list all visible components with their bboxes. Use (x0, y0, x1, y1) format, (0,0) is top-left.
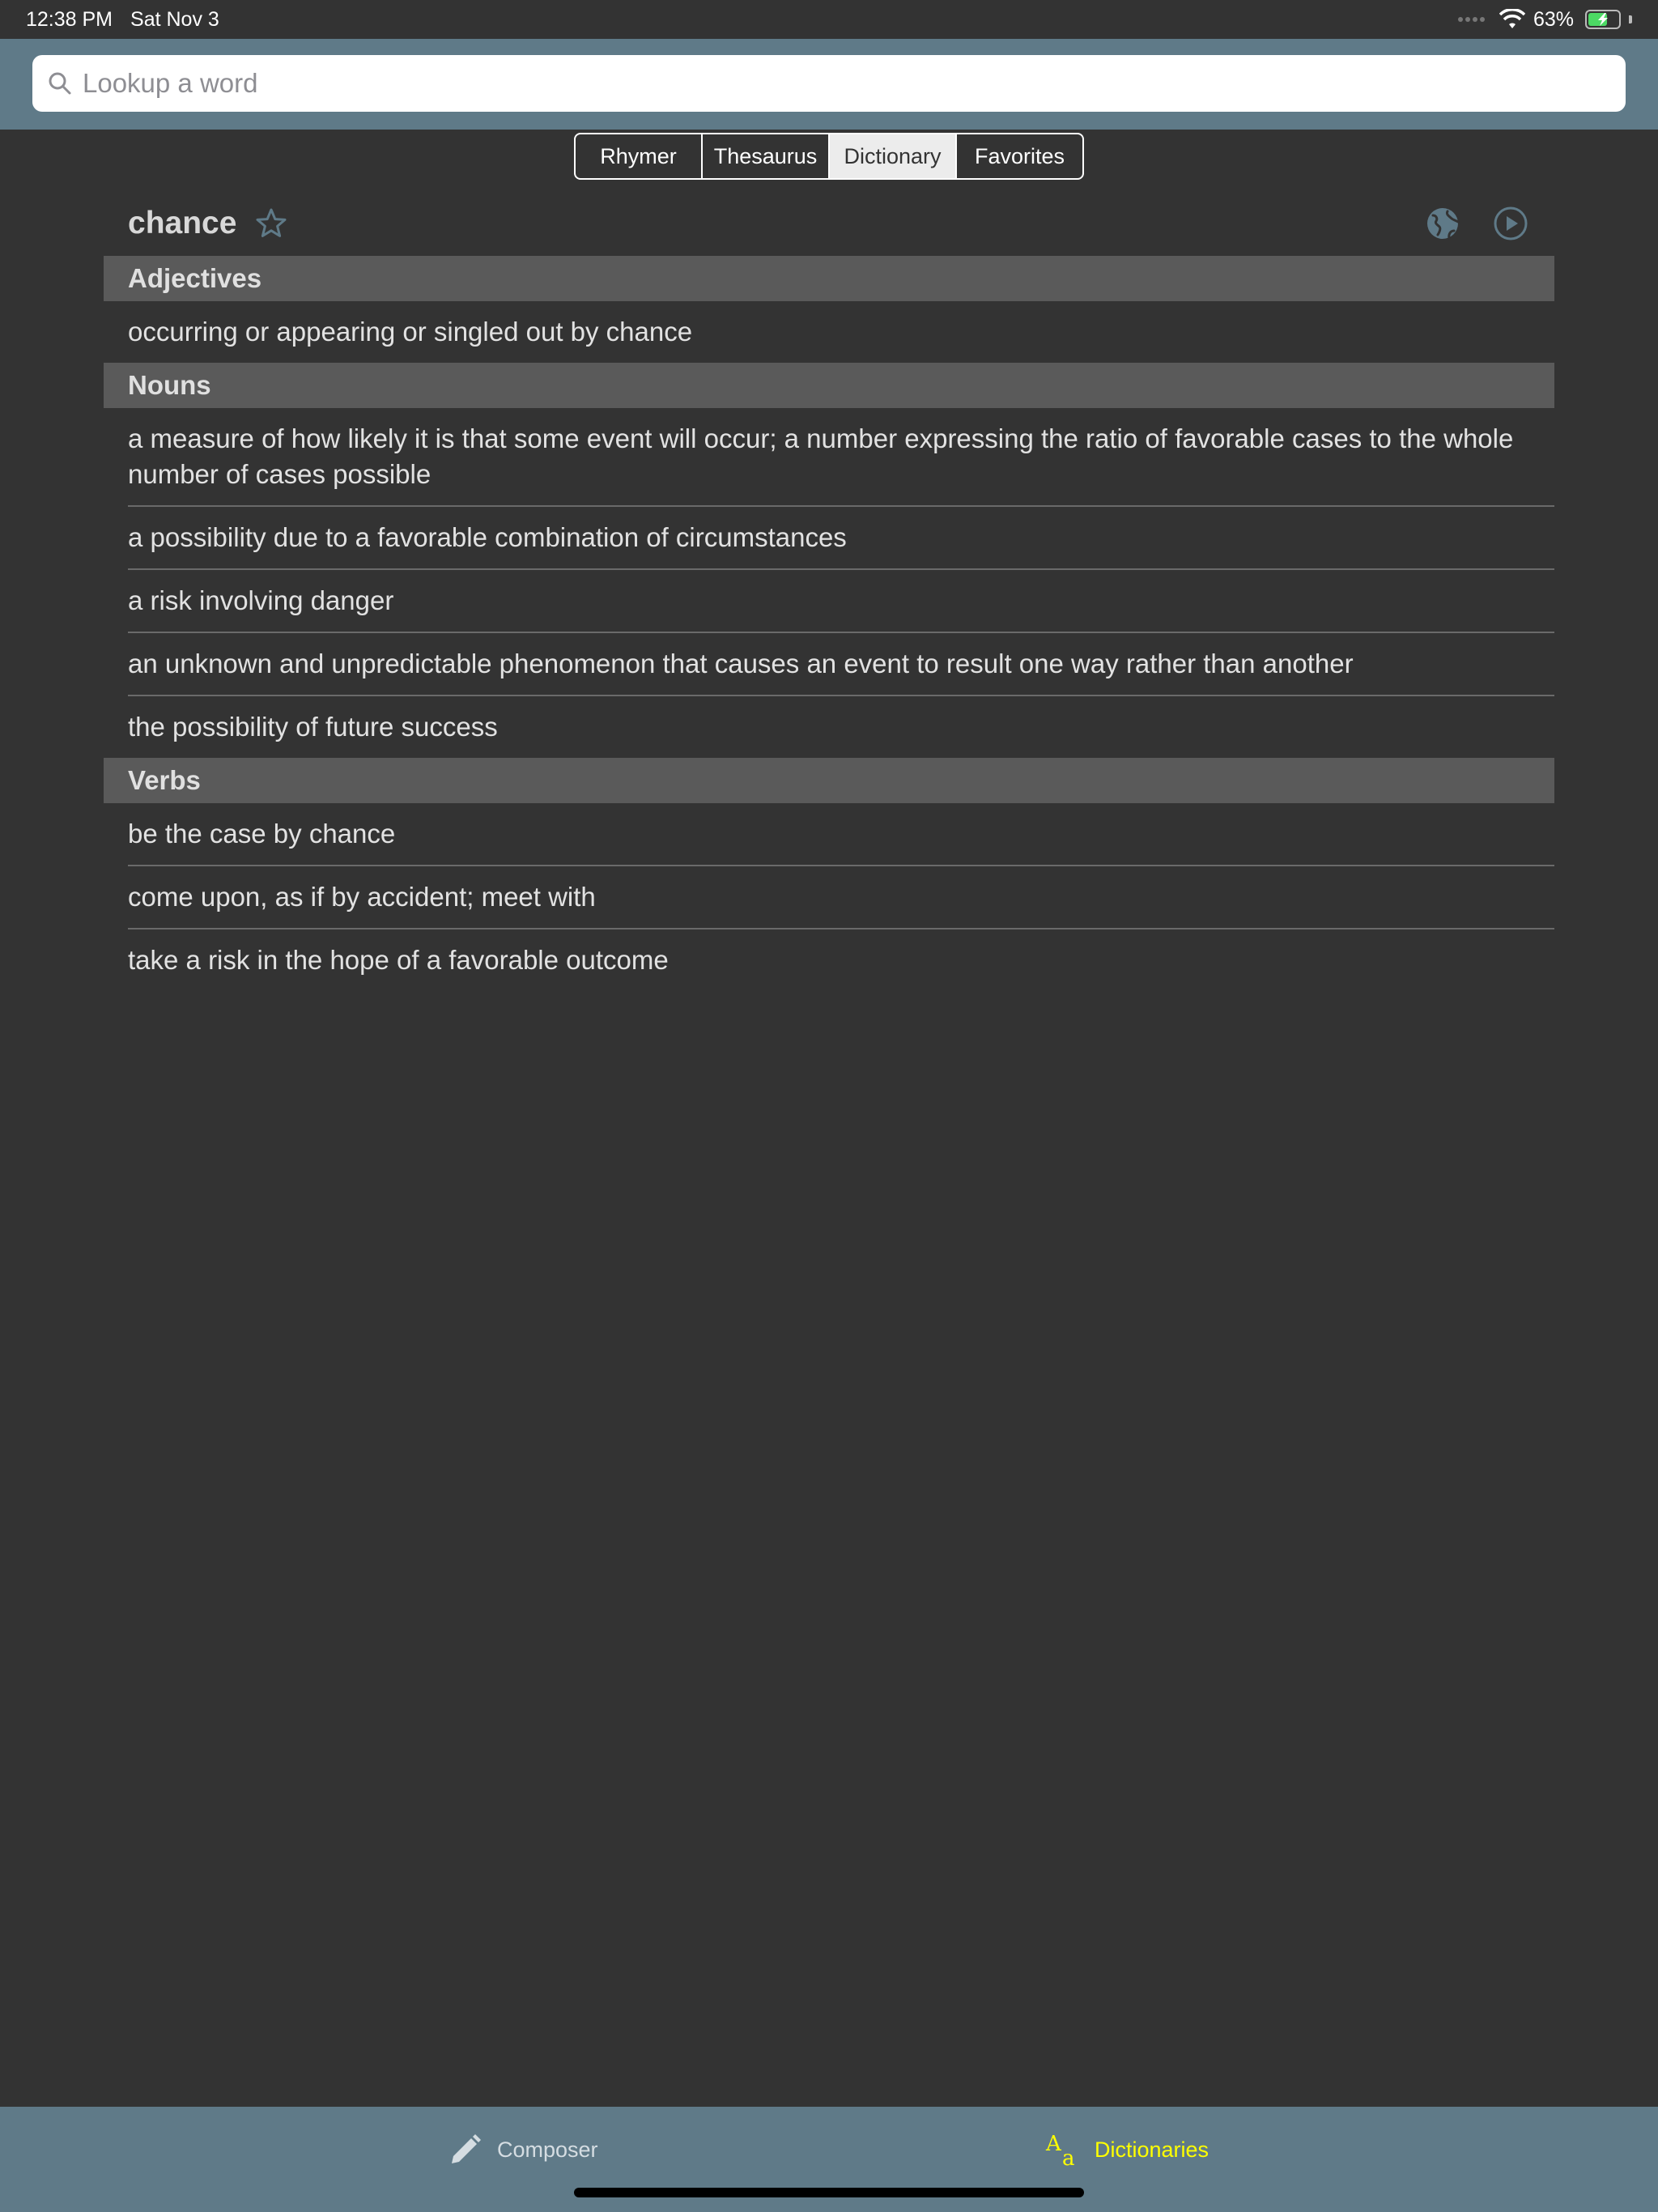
tab-dictionaries[interactable]: A a Dictionaries (1044, 2129, 1209, 2170)
definition-item[interactable]: come upon, as if by accident; meet with (128, 866, 1554, 929)
mode-segmented-control: Rhymer Thesaurus Dictionary Favorites (574, 133, 1084, 180)
svg-text:A: A (1045, 2132, 1062, 2156)
definition-item[interactable]: take a risk in the hope of a favorable o… (128, 929, 1554, 991)
battery-percent: 63% (1533, 7, 1574, 31)
search-input[interactable] (83, 68, 1605, 99)
cellular-signal-icon (1457, 17, 1485, 22)
svg-text:a: a (1062, 2146, 1075, 2168)
battery-tip (1629, 15, 1632, 23)
section-header-adjectives: Adjectives (104, 256, 1554, 301)
wifi-icon (1499, 9, 1525, 28)
definition-item[interactable]: occurring or appearing or singled out by… (128, 301, 1554, 363)
status-time: 12:38 PM (26, 7, 113, 31)
play-icon[interactable] (1493, 206, 1528, 241)
font-size-icon: A a (1045, 2132, 1075, 2168)
section-header-verbs: Verbs (104, 758, 1554, 803)
tab-dictionary[interactable]: Dictionary (830, 134, 957, 178)
tab-favorites[interactable]: Favorites (957, 134, 1082, 178)
definition-item[interactable]: an unknown and unpredictable phenomenon … (128, 633, 1554, 696)
status-bar: 12:38 PM Sat Nov 3 63% (0, 0, 1658, 39)
tab-rhymer[interactable]: Rhymer (576, 134, 703, 178)
section-header-nouns: Nouns (104, 363, 1554, 408)
word-header: chance (128, 198, 1528, 249)
home-indicator[interactable] (574, 2188, 1084, 2197)
definitions-list: Adjectives occurring or appearing or sin… (104, 256, 1554, 991)
search-header (0, 39, 1658, 130)
tab-composer-label: Composer (497, 2137, 598, 2162)
star-icon[interactable] (254, 206, 288, 240)
tab-dictionaries-label: Dictionaries (1095, 2137, 1209, 2162)
word-title: chance (128, 206, 237, 240)
definition-item[interactable]: a measure of how likely it is that some … (128, 408, 1554, 507)
definition-item[interactable]: a possibility due to a favorable combina… (128, 507, 1554, 570)
search-box[interactable] (32, 55, 1626, 112)
definition-item[interactable]: a risk involving danger (128, 570, 1554, 633)
definition-item[interactable]: be the case by chance (128, 803, 1554, 866)
tab-composer[interactable]: Composer (447, 2129, 598, 2170)
status-date: Sat Nov 3 (130, 7, 219, 31)
tab-thesaurus[interactable]: Thesaurus (703, 134, 830, 178)
app-root: 12:38 PM Sat Nov 3 63% Lookup a word Rhy… (0, 0, 1658, 2212)
search-icon (49, 72, 71, 95)
globe-icon[interactable] (1425, 206, 1460, 241)
battery-icon (1585, 10, 1621, 29)
definition-item[interactable]: the possibility of future success (128, 696, 1554, 758)
pencil-icon (452, 2134, 481, 2163)
